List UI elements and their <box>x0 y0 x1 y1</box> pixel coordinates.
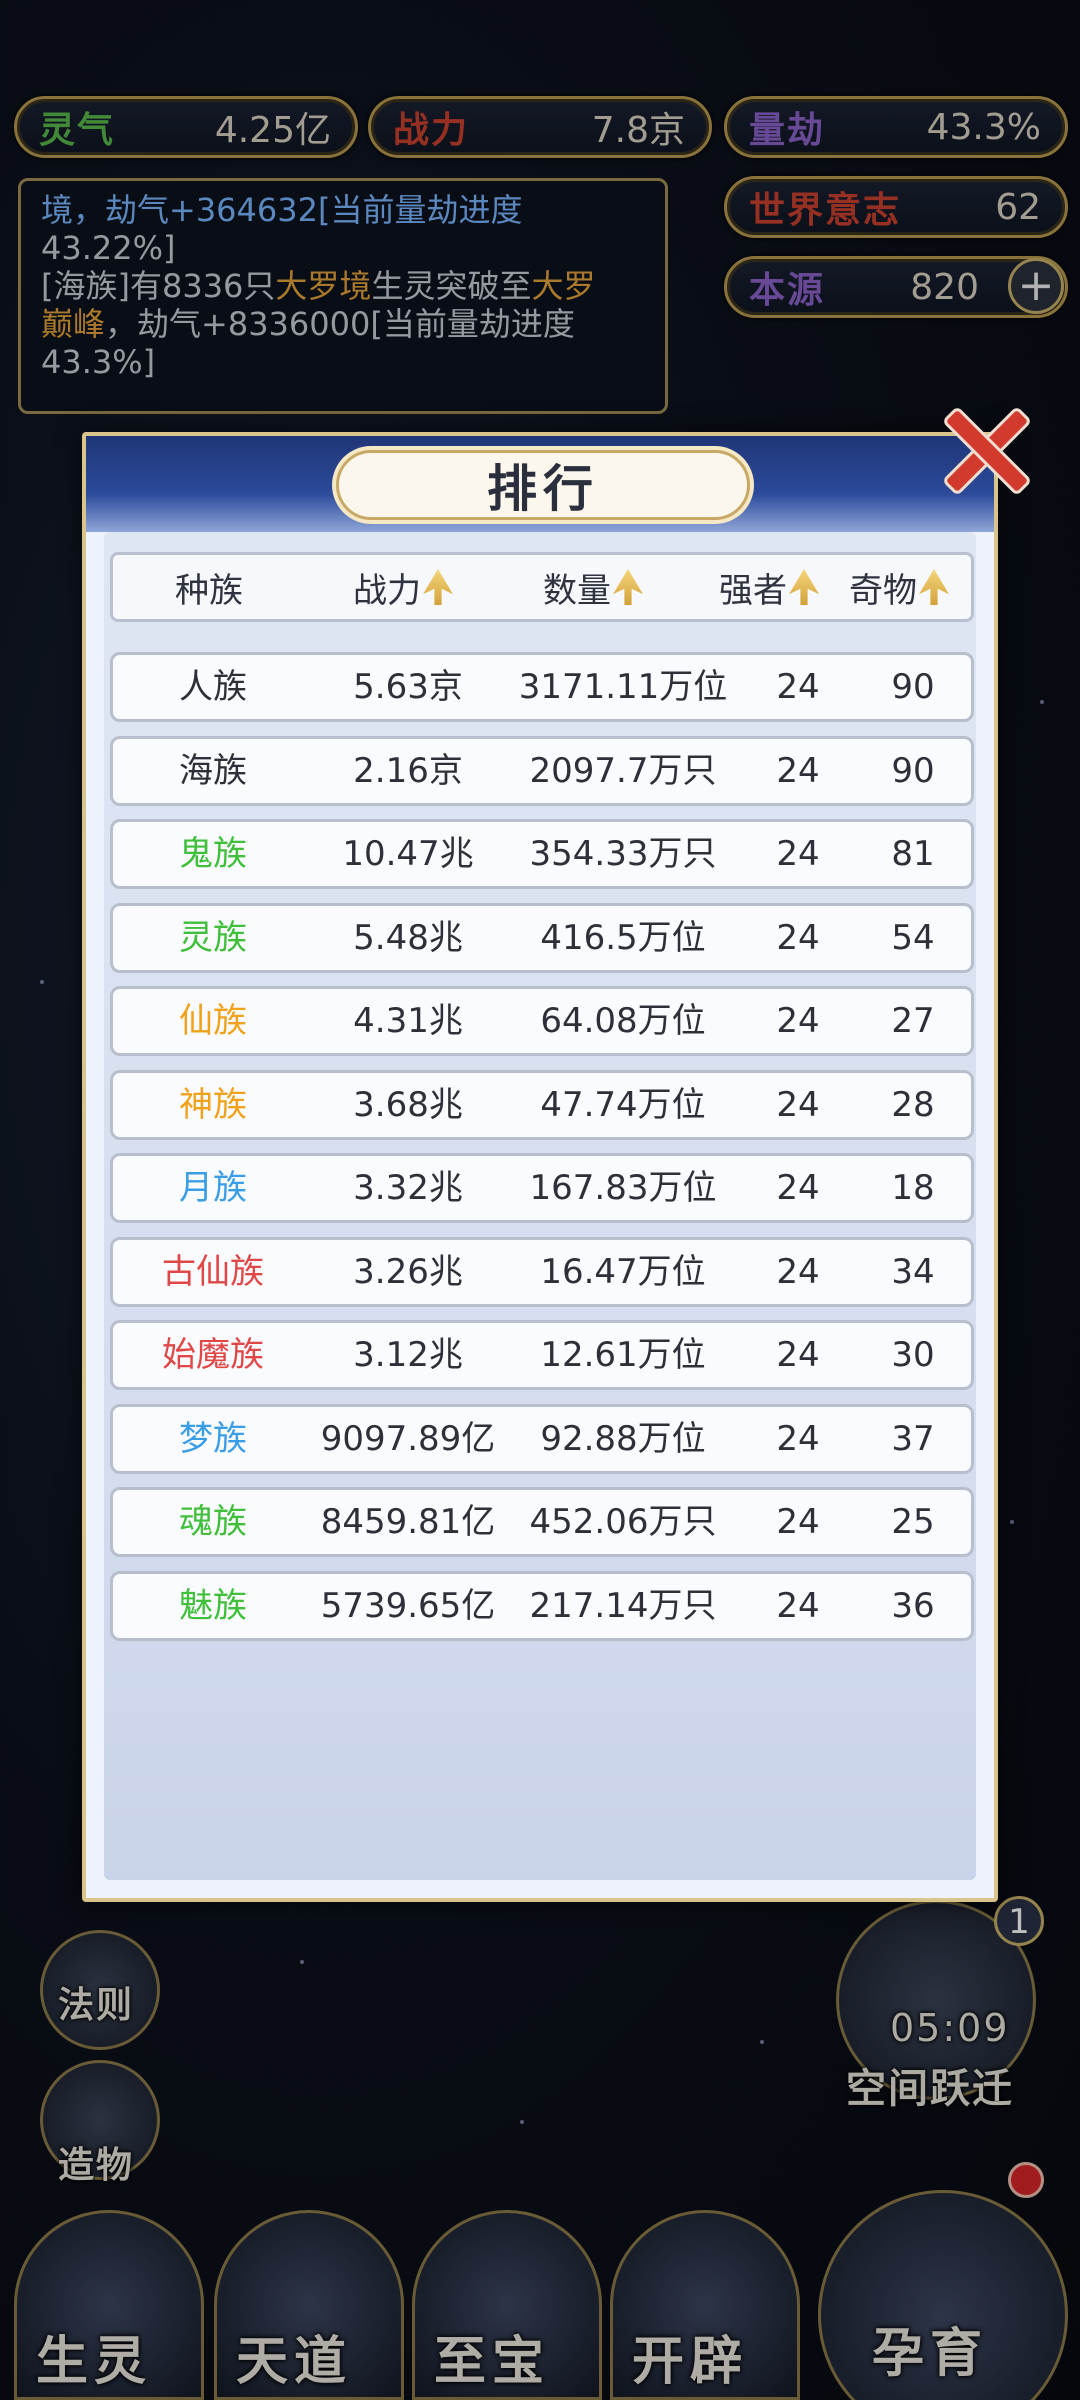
column-header-race: 种族 <box>175 555 243 619</box>
table-row[interactable]: 人族 5.63京 3171.11万位 24 90 <box>110 652 974 722</box>
items-cell: 18 <box>891 1168 935 1208</box>
strong-cell: 24 <box>776 1418 820 1459</box>
table-row[interactable]: 仙族 4.31兆 64.08万位 24 27 <box>110 986 974 1056</box>
power-cell: 3.32兆 <box>353 1168 463 1208</box>
count-cell: 416.5万位 <box>540 917 706 958</box>
items-cell: 27 <box>891 1001 935 1041</box>
table-row[interactable]: 梦族 9097.89亿 92.88万位 24 37 <box>110 1403 974 1474</box>
strong-cell: 24 <box>776 1251 820 1292</box>
table-row[interactable]: 灵族 5.48兆 416.5万位 24 54 <box>110 902 974 973</box>
table-row[interactable]: 海族 2.16京 2097.7万只 24 90 <box>110 735 974 806</box>
items-cell: 30 <box>891 1335 935 1375</box>
race-cell: 海族 <box>179 750 247 791</box>
sort-arrow-icon <box>919 569 949 605</box>
table-row[interactable]: 魅族 5739.65亿 217.14万只 24 36 <box>110 1570 974 1641</box>
modal-title: 排行 <box>336 450 750 520</box>
strong-cell: 24 <box>776 1084 820 1125</box>
power-cell: 9097.89亿 <box>320 1418 496 1459</box>
race-cell: 魂族 <box>179 1502 247 1542</box>
strong-cell: 24 <box>776 1335 820 1375</box>
race-cell: 月族 <box>179 1168 247 1208</box>
strong-cell: 24 <box>776 917 820 958</box>
race-cell: 灵族 <box>179 917 247 958</box>
count-cell: 92.88万位 <box>540 1418 706 1459</box>
race-cell: 神族 <box>179 1084 247 1125</box>
count-cell: 167.83万位 <box>529 1168 717 1208</box>
items-cell: 81 <box>891 834 935 874</box>
table-row[interactable]: 魂族 8459.81亿 452.06万只 24 25 <box>110 1487 974 1557</box>
power-cell: 8459.81亿 <box>320 1502 496 1542</box>
strong-cell: 24 <box>776 750 820 791</box>
strong-cell: 24 <box>776 834 820 874</box>
items-cell: 34 <box>891 1251 935 1292</box>
sort-by-strong-button[interactable]: 强者 <box>719 555 819 619</box>
race-cell: 梦族 <box>179 1418 247 1459</box>
items-cell: 37 <box>891 1418 935 1459</box>
strong-cell: 24 <box>776 1001 820 1041</box>
column-label: 强者 <box>719 570 787 611</box>
sort-by-count-button[interactable]: 数量 <box>543 555 643 619</box>
power-cell: 3.12兆 <box>353 1335 463 1375</box>
strong-cell: 24 <box>776 1168 820 1208</box>
power-cell: 3.26兆 <box>353 1251 463 1292</box>
table-row[interactable]: 始魔族 3.12兆 12.61万位 24 30 <box>110 1320 974 1390</box>
power-cell: 5739.65亿 <box>320 1585 496 1626</box>
table-row[interactable]: 神族 3.68兆 47.74万位 24 28 <box>110 1069 974 1140</box>
sort-arrow-icon <box>789 569 819 605</box>
power-cell: 10.47兆 <box>342 834 474 874</box>
race-cell: 人族 <box>179 667 247 707</box>
strong-cell: 24 <box>776 667 820 707</box>
sort-arrow-icon <box>423 569 453 605</box>
count-cell: 16.47万位 <box>540 1251 706 1292</box>
ranking-modal: 排行 种族 战力 数量 强者 奇物 人族 5.63京 3171.11万位 24 90 海族… <box>82 432 998 1902</box>
count-cell: 452.06万只 <box>529 1502 717 1542</box>
race-cell: 魅族 <box>179 1585 247 1626</box>
race-cell: 鬼族 <box>179 834 247 874</box>
table-row[interactable]: 鬼族 10.47兆 354.33万只 24 81 <box>110 819 974 889</box>
sort-arrow-icon <box>613 569 643 605</box>
items-cell: 36 <box>891 1585 935 1626</box>
strong-cell: 24 <box>776 1502 820 1542</box>
count-cell: 3171.11万位 <box>518 667 728 707</box>
table-row[interactable]: 月族 3.32兆 167.83万位 24 18 <box>110 1153 974 1223</box>
power-cell: 2.16京 <box>353 750 463 791</box>
table-header: 种族 战力 数量 强者 奇物 <box>110 552 974 622</box>
close-icon[interactable] <box>938 398 1028 488</box>
items-cell: 54 <box>891 917 935 958</box>
sort-by-items-button[interactable]: 奇物 <box>849 555 949 619</box>
count-cell: 354.33万只 <box>529 834 717 874</box>
count-cell: 47.74万位 <box>540 1084 706 1125</box>
count-cell: 64.08万位 <box>540 1001 706 1041</box>
race-cell: 始魔族 <box>162 1335 264 1375</box>
power-cell: 4.31兆 <box>353 1001 463 1041</box>
count-cell: 12.61万位 <box>540 1335 706 1375</box>
power-cell: 3.68兆 <box>353 1084 463 1125</box>
count-cell: 2097.7万只 <box>529 750 717 791</box>
table-row[interactable]: 古仙族 3.26兆 16.47万位 24 34 <box>110 1236 974 1307</box>
items-cell: 90 <box>891 667 935 707</box>
column-label: 战力 <box>353 570 421 611</box>
items-cell: 28 <box>891 1084 935 1125</box>
race-cell: 仙族 <box>179 1001 247 1041</box>
power-cell: 5.48兆 <box>353 917 463 958</box>
column-label: 奇物 <box>849 570 917 611</box>
count-cell: 217.14万只 <box>529 1585 717 1626</box>
sort-by-power-button[interactable]: 战力 <box>353 555 453 619</box>
race-cell: 古仙族 <box>162 1251 264 1292</box>
items-cell: 25 <box>891 1502 935 1542</box>
items-cell: 90 <box>891 750 935 791</box>
column-label: 数量 <box>543 570 611 611</box>
power-cell: 5.63京 <box>353 667 463 707</box>
column-label: 种族 <box>175 570 243 611</box>
strong-cell: 24 <box>776 1585 820 1626</box>
